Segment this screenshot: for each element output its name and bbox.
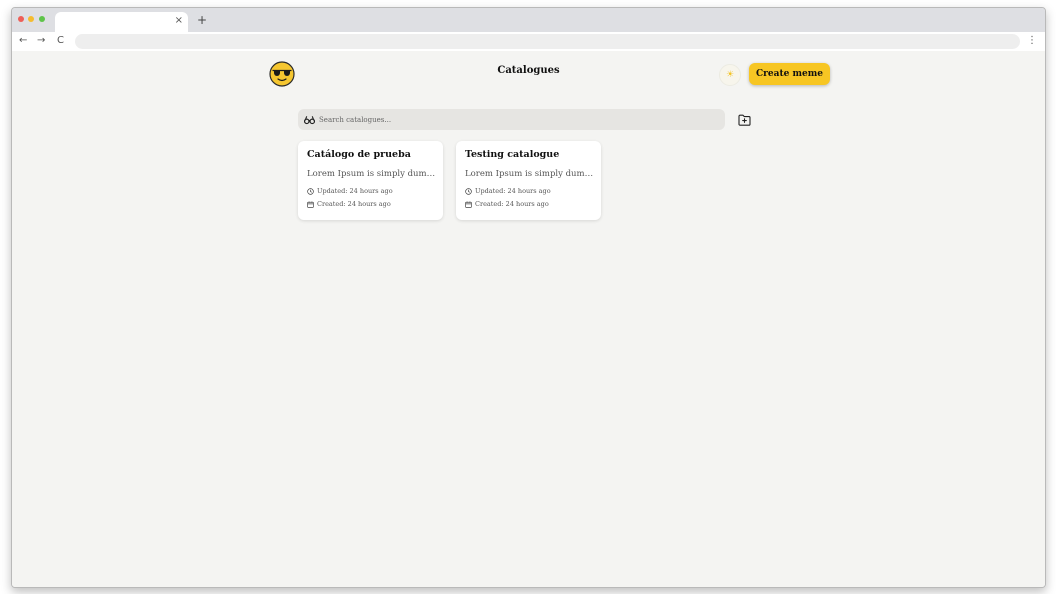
clock-icon <box>465 187 472 195</box>
updated-text: Updated: 24 hours ago <box>475 187 551 195</box>
minimize-window-button[interactable] <box>28 16 34 22</box>
search-input[interactable] <box>319 109 719 130</box>
tab-bar: × + <box>12 8 1045 32</box>
back-icon[interactable]: ← <box>19 34 27 48</box>
created-text: Created: 24 hours ago <box>475 200 549 208</box>
calendar-icon <box>465 200 472 208</box>
tab-close-icon[interactable]: × <box>175 15 183 27</box>
catalogue-title: Catálogo de prueba <box>307 149 411 160</box>
catalogue-description: Lorem Ipsum is simply dummy text of the … <box>465 169 595 179</box>
binoculars-icon <box>304 116 315 125</box>
folder-plus-icon[interactable] <box>738 114 751 126</box>
browser-tab[interactable]: × <box>55 12 188 32</box>
created-text: Created: 24 hours ago <box>317 200 391 208</box>
clock-icon <box>307 187 314 195</box>
calendar-icon <box>307 200 314 208</box>
catalogue-updated: Updated: 24 hours ago <box>307 187 393 195</box>
reload-icon[interactable]: C <box>57 34 64 48</box>
catalogue-created: Created: 24 hours ago <box>307 200 391 208</box>
catalogue-card[interactable]: Catálogo de prueba Lorem Ipsum is simply… <box>298 141 443 220</box>
catalogue-description: Lorem Ipsum is simply dummy text of the … <box>307 169 437 179</box>
page-title: Catalogues <box>497 65 560 76</box>
browser-window: × + ← → C ⋮ Catalogues ☀ Create meme Sea… <box>11 7 1046 588</box>
browser-toolbar: ← → C ⋮ <box>12 32 1045 51</box>
close-window-button[interactable] <box>18 16 24 22</box>
catalogue-card[interactable]: Testing catalogue Lorem Ipsum is simply … <box>456 141 601 220</box>
catalogue-created: Created: 24 hours ago <box>465 200 549 208</box>
search-bar <box>298 109 725 130</box>
maximize-window-button[interactable] <box>39 16 45 22</box>
browser-menu-icon[interactable]: ⋮ <box>1027 34 1037 48</box>
create-meme-button[interactable]: Create meme <box>749 63 830 85</box>
sun-icon[interactable]: ☀ <box>719 64 741 86</box>
catalogue-updated: Updated: 24 hours ago <box>465 187 551 195</box>
catalogue-title: Testing catalogue <box>465 149 560 160</box>
forward-icon[interactable]: → <box>37 34 45 48</box>
updated-text: Updated: 24 hours ago <box>317 187 393 195</box>
page-content: Catalogues ☀ Create meme Catálogo de pru… <box>12 51 1045 587</box>
address-bar[interactable] <box>75 34 1020 49</box>
new-tab-icon[interactable]: + <box>197 13 207 27</box>
